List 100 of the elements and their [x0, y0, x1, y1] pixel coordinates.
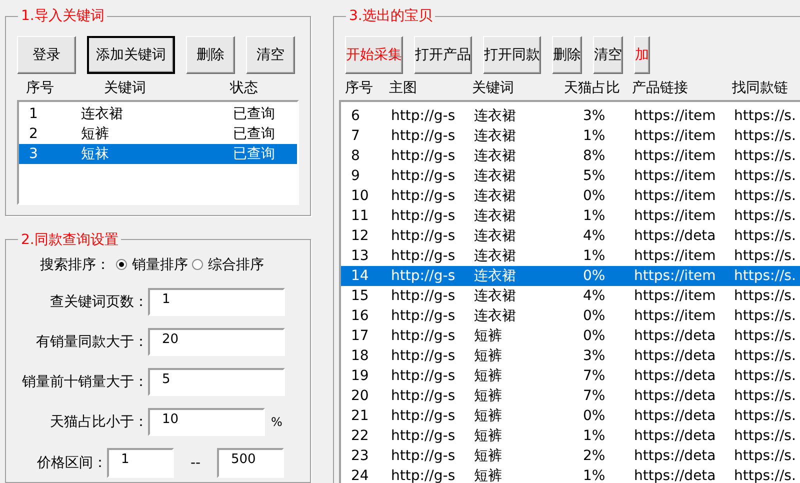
table-cell-text: http://g-s: [391, 107, 456, 126]
table-row[interactable]: 20 http://g-s 短裤 7% https://deta https://s.: [341, 386, 800, 406]
table-row[interactable]: 14 http://g-s 连衣裙 0% https://item https://s.: [341, 266, 800, 286]
table-row[interactable]: 19 http://g-s 短裤 7% https://deta https://s.: [341, 366, 800, 386]
table-cell-text: http://g-s: [391, 387, 456, 406]
table-cell-text: https://deta: [634, 367, 717, 386]
table-cell-text: http://g-s: [391, 127, 456, 146]
input-field[interactable]: 20: [148, 328, 285, 356]
table-row[interactable]: 9 http://g-s 连衣裙 5% https://item https://s.: [341, 166, 800, 186]
table-cell-text: https://deta: [634, 387, 717, 406]
toolbar-button[interactable]: 清空: [593, 36, 623, 74]
column-header: 找同款链: [732, 79, 789, 97]
radio-option[interactable]: 销量排序: [116, 256, 188, 274]
table-cell-text: https://deta: [634, 407, 717, 426]
input-field[interactable]: 1: [107, 448, 174, 478]
list-row[interactable]: 1 连衣裙 已查询: [19, 104, 297, 124]
keyword-list[interactable]: 1 连衣裙 已查询 2 短裤 已查询 3 短袜 已查询: [17, 100, 299, 205]
list-row[interactable]: 2 短裤 已查询: [19, 124, 297, 144]
table-cell-text: 4%: [582, 287, 606, 306]
table-cell-text: https://s.: [734, 307, 797, 326]
table-cell-text: https://s.: [734, 347, 797, 366]
table-row[interactable]: 11 http://g-s 连衣裙 1% https://item https://s.: [341, 206, 800, 226]
table-cell-text: https://item: [634, 307, 717, 326]
table-cell-text: https://deta: [634, 447, 717, 466]
table-cell-text: https://s.: [734, 467, 797, 483]
table-row[interactable]: 8 http://g-s 连衣裙 8% https://item https://s.: [341, 146, 800, 166]
table-cell-text: https://s.: [734, 127, 797, 146]
table-cell-text: https://deta: [634, 427, 717, 446]
table-cell-text: http://g-s: [391, 287, 456, 306]
table-cell-text: https://s.: [734, 247, 797, 266]
table-row[interactable]: 15 http://g-s 连衣裙 4% https://item https://s.: [341, 286, 800, 306]
column-header: 关键词: [472, 79, 515, 97]
list-cell-text: 已查询: [233, 105, 275, 124]
table-cell-text: https://item: [634, 107, 717, 126]
toolbar-button[interactable]: 删除: [186, 36, 235, 74]
table-row[interactable]: 6 http://g-s 连衣裙 3% https://item https://s.: [341, 106, 800, 126]
table-cell-text: 1%: [582, 247, 606, 266]
table-cell-text: https://item: [634, 267, 717, 286]
table-cell-text: https://deta: [634, 467, 717, 483]
input-field[interactable]: 10: [148, 408, 265, 436]
table-row[interactable]: 24 http://g-s 短裤 1% https://deta https://s.: [341, 466, 800, 483]
input-field[interactable]: 5: [148, 368, 285, 396]
table-cell-text: http://g-s: [391, 407, 456, 426]
group-title: 2.同款查询设置: [20, 232, 120, 248]
table-row[interactable]: 16 http://g-s 连衣裙 0% https://item https://s.: [341, 306, 800, 326]
table-row[interactable]: 21 http://g-s 短裤 0% https://deta https://s.: [341, 406, 800, 426]
toolbar-button[interactable]: 添加关键词: [87, 36, 175, 74]
table-cell-text: https://s.: [734, 327, 797, 346]
radio-label: 综合排序: [208, 256, 264, 274]
table-cell-text: 13: [350, 247, 370, 266]
toolbar-button[interactable]: 清空: [246, 36, 295, 74]
table-cell-text: 7: [350, 127, 361, 146]
list-cell-text: 1: [28, 105, 39, 124]
table-cell-text: 连衣裙: [474, 147, 517, 166]
table-row[interactable]: 17 http://g-s 短裤 0% https://deta https://s.: [341, 326, 800, 346]
table-cell-text: https://s.: [734, 427, 797, 446]
list-cell-text: 连衣裙: [81, 105, 124, 124]
table-cell-text: 10: [350, 187, 370, 206]
table-cell-text: 1%: [582, 207, 606, 226]
table-cell-text: 0%: [582, 187, 606, 206]
table-cell-text: 连衣裙: [474, 167, 517, 186]
table-cell-text: 连衣裙: [474, 207, 517, 226]
toolbar-button[interactable]: 登录: [17, 36, 76, 74]
table-cell-text: 12: [350, 227, 370, 246]
table-cell-text: https://item: [634, 187, 717, 206]
toolbar-button[interactable]: 打开同款: [483, 36, 541, 74]
radio-label: 销量排序: [132, 256, 188, 274]
list-row[interactable]: 3 短袜 已查询: [19, 144, 297, 164]
table-cell-text: 23: [350, 447, 370, 466]
table-row[interactable]: 22 http://g-s 短裤 1% https://deta https://s.: [341, 426, 800, 446]
table-row[interactable]: 10 http://g-s 连衣裙 0% https://item https://s.: [341, 186, 800, 206]
table-cell-text: 0%: [582, 267, 606, 286]
toolbar-button[interactable]: 删除: [552, 36, 582, 74]
table-row[interactable]: 12 http://g-s 连衣裙 4% https://deta https://s.: [341, 226, 800, 246]
table-cell-text: 21: [350, 407, 370, 426]
table-row[interactable]: 13 http://g-s 连衣裙 1% https://item https://s.: [341, 246, 800, 266]
table-row[interactable]: 7 http://g-s 连衣裙 1% https://item https://s.: [341, 126, 800, 146]
table-cell-text: 短裤: [474, 327, 503, 346]
table-cell-text: https://s.: [734, 287, 797, 306]
table-row[interactable]: 23 http://g-s 短裤 2% https://deta https://s.: [341, 446, 800, 466]
table-cell-text: 8%: [582, 147, 606, 166]
table-cell-text: 短裤: [474, 407, 503, 426]
table-cell-text: 0%: [582, 407, 606, 426]
input-field[interactable]: 1: [148, 288, 285, 316]
results-table[interactable]: [339, 100, 800, 483]
radio-option[interactable]: 综合排序: [192, 256, 264, 274]
column-header: 关键词: [104, 79, 147, 97]
column-header: 产品链接: [632, 79, 689, 97]
table-cell-text: https://deta: [634, 327, 717, 346]
unit-label: %: [271, 414, 282, 429]
table-cell-text: 短裤: [474, 387, 503, 406]
toolbar-button[interactable]: 打开产品: [414, 36, 472, 74]
table-cell-text: https://deta: [634, 227, 717, 246]
table-cell-text: https://s.: [734, 187, 797, 206]
table-cell-text: 3%: [582, 107, 606, 126]
table-row[interactable]: 18 http://g-s 短裤 3% https://deta https://s.: [341, 346, 800, 366]
table-cell-text: 短裤: [474, 347, 503, 366]
table-cell-text: http://g-s: [391, 447, 456, 466]
input-field[interactable]: 500: [217, 448, 284, 478]
table-cell-text: 6: [350, 107, 361, 126]
